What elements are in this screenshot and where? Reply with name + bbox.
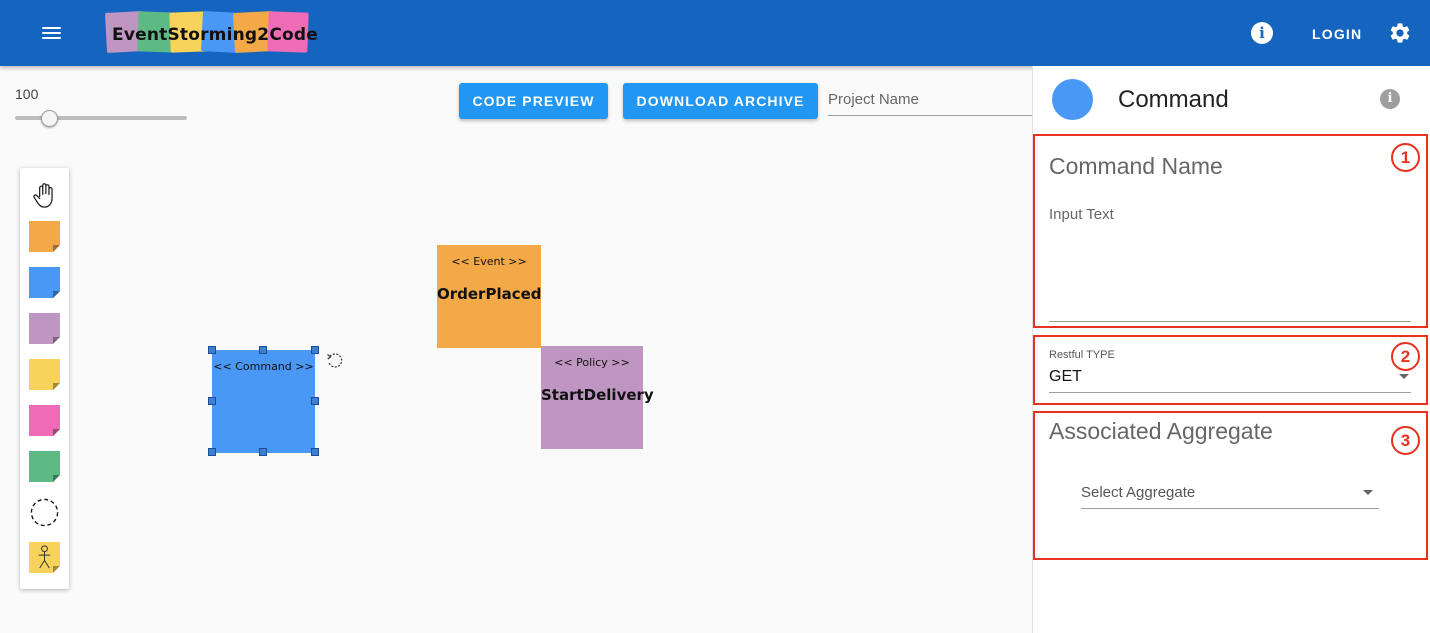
callout-badge-2: 2 [1391, 342, 1420, 371]
policy-name: StartDelivery [541, 386, 654, 404]
resize-handle-left[interactable] [208, 397, 216, 405]
policy-sticky-note[interactable]: << Policy >> StartDelivery [541, 346, 654, 449]
view-sticky-tool[interactable] [29, 451, 60, 482]
resize-handle-top-right[interactable] [311, 346, 319, 354]
dashed-circle-icon[interactable] [29, 497, 60, 528]
resize-handle-top-left[interactable] [208, 346, 216, 354]
zoom-slider-thumb[interactable] [40, 110, 58, 127]
policy-stereotype: << Policy >> [554, 356, 630, 369]
event-stereotype: << Event >> [451, 255, 527, 268]
command-stereotype: << Command >> [213, 360, 314, 373]
command-sticky-note[interactable]: << Command >> [212, 350, 315, 453]
event-sticky-note[interactable]: << Event >> OrderPlaced [437, 245, 542, 348]
menu-icon[interactable] [40, 22, 64, 44]
panel-info-icon[interactable]: i [1380, 89, 1400, 109]
external-sticky-tool[interactable] [29, 405, 60, 436]
command-sticky-tool[interactable] [29, 267, 60, 298]
app-logo[interactable]: EventStorming2Code [104, 10, 318, 56]
download-archive-button[interactable]: DOWNLOAD ARCHIVE [623, 83, 818, 119]
callout-box-1 [1033, 134, 1428, 328]
sticky-palette [20, 168, 69, 589]
login-button[interactable]: LOGIN [1300, 21, 1374, 47]
resize-handle-right[interactable] [311, 397, 319, 405]
callout-box-2 [1033, 335, 1428, 405]
actor-sticky-tool[interactable] [29, 542, 60, 573]
info-icon[interactable]: i [1251, 22, 1273, 44]
project-name-input[interactable] [828, 84, 1032, 116]
resize-handle-bottom[interactable] [259, 448, 267, 456]
resize-handle-bottom-left[interactable] [208, 448, 216, 456]
event-sticky-tool[interactable] [29, 221, 60, 252]
code-preview-button[interactable]: CODE PREVIEW [459, 83, 608, 119]
resize-handle-top[interactable] [259, 346, 267, 354]
resize-handle-bottom-right[interactable] [311, 448, 319, 456]
callout-box-3 [1033, 411, 1428, 560]
event-name: OrderPlaced [437, 285, 542, 303]
aggregate-sticky-tool[interactable] [29, 359, 60, 390]
logo-text: EventStorming2Code [112, 25, 318, 45]
command-color-dot [1052, 79, 1093, 120]
app-bar: EventStorming2Code i LOGIN [0, 0, 1430, 66]
panel-title: Command [1118, 86, 1229, 113]
hand-icon[interactable] [29, 180, 60, 211]
callout-badge-1: 1 [1391, 143, 1420, 172]
callout-badge-3: 3 [1391, 426, 1420, 455]
policy-sticky-tool[interactable] [29, 313, 60, 344]
gear-icon[interactable] [1388, 21, 1412, 45]
rotate-icon[interactable] [326, 352, 344, 370]
zoom-value: 100 [15, 86, 39, 102]
